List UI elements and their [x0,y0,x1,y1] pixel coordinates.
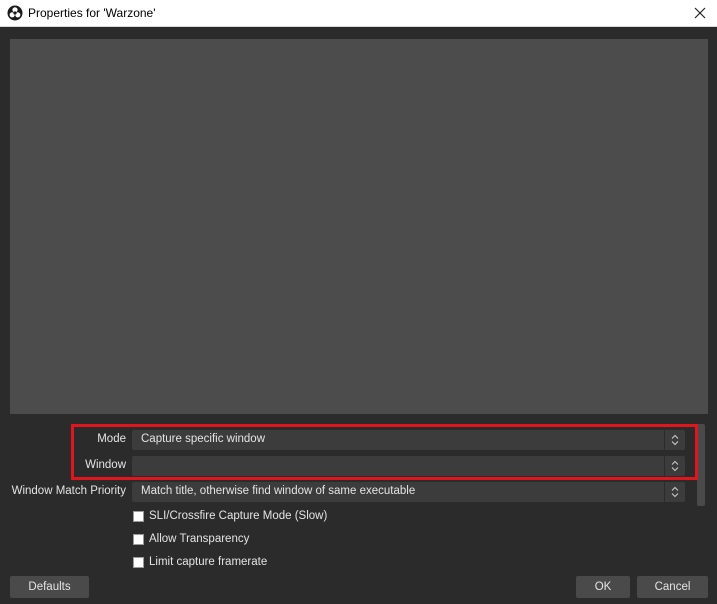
window-select[interactable] [132,456,685,476]
allow-transparency-checkbox[interactable] [133,533,144,545]
properties-scrollbar[interactable] [697,424,705,506]
match-priority-select-arrows[interactable] [664,482,685,502]
match-priority-select-value: Match title, otherwise find window of sa… [141,485,416,497]
window-title: Properties for 'Warzone' [28,6,156,20]
window-label: Window [85,459,126,471]
sli-crossfire-label: SLI/Crossfire Capture Mode (Slow) [149,510,328,522]
mode-select-value: Capture specific window [141,433,266,445]
mode-label: Mode [97,433,126,445]
window-select-arrows[interactable] [664,456,685,476]
title-bar: Properties for 'Warzone' [0,0,717,27]
up-down-chevron-icon [671,434,679,446]
match-priority-select[interactable]: Match title, otherwise find window of sa… [132,482,685,502]
match-priority-label: Window Match Priority [11,485,126,497]
mode-select[interactable]: Capture specific window [132,430,685,450]
up-down-chevron-icon [671,460,679,472]
cancel-button[interactable]: Cancel [637,576,708,598]
limit-framerate-checkbox[interactable] [133,556,144,568]
dialog-body: Mode Capture specific window Window Wind… [0,27,717,604]
close-icon [694,7,706,19]
limit-framerate-label: Limit capture framerate [149,556,268,568]
up-down-chevron-icon [671,486,679,498]
mode-select-arrows[interactable] [664,430,685,450]
obs-logo-icon [7,5,23,21]
ok-button[interactable]: OK [576,576,630,598]
limit-framerate-checkbox-row[interactable]: Limit capture framerate [133,555,267,569]
allow-transparency-checkbox-row[interactable]: Allow Transparency [133,532,249,546]
source-preview [10,39,708,414]
close-button[interactable] [683,0,717,26]
sli-crossfire-checkbox[interactable] [133,510,144,522]
sli-crossfire-checkbox-row[interactable]: SLI/Crossfire Capture Mode (Slow) [133,509,327,523]
defaults-button[interactable]: Defaults [10,576,89,598]
allow-transparency-label: Allow Transparency [149,533,250,545]
